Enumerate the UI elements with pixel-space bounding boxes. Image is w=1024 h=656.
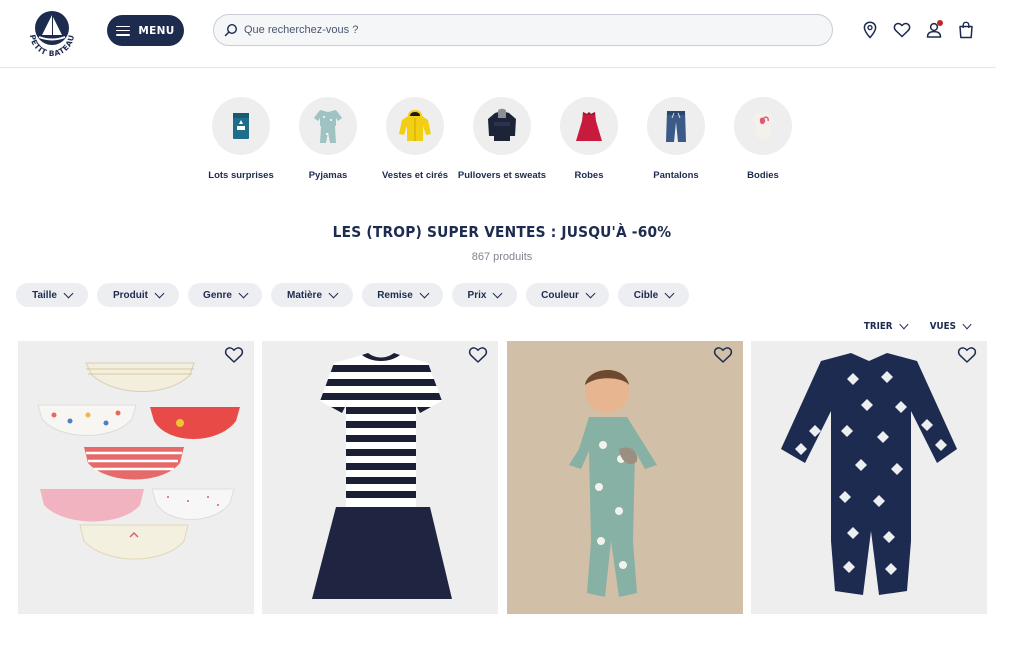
sort-label: TRIER — [863, 321, 893, 332]
notification-dot — [937, 20, 943, 26]
product-count: 867 produits — [471, 251, 533, 263]
filter-label: Taille — [32, 289, 57, 301]
category-pullovers-et-sweats[interactable]: Pullovers et sweats — [457, 97, 547, 182]
chevron-down-icon — [585, 288, 596, 298]
category-image — [212, 97, 270, 155]
views-label: VUES — [929, 321, 956, 332]
category-bodies[interactable]: Bodies — [718, 97, 808, 182]
filter-label: Matière — [286, 289, 322, 301]
category-image — [473, 97, 531, 155]
heart-icon — [893, 22, 911, 38]
chevron-down-icon — [419, 288, 430, 298]
filter-label: Prix — [467, 289, 487, 301]
filter-label: Remise — [377, 289, 413, 301]
filter-remise[interactable]: Remise — [362, 283, 443, 307]
category-image — [386, 97, 444, 155]
filter-label: Produit — [113, 289, 148, 301]
category-image — [647, 97, 705, 155]
category-label: Bodies — [747, 170, 779, 181]
category-label: Pullovers et sweats — [457, 170, 547, 181]
product-card[interactable] — [262, 341, 498, 614]
filter-label: Couleur — [541, 289, 579, 301]
chevron-down-icon — [63, 288, 74, 298]
filter-matiere[interactable]: Matière — [271, 283, 353, 307]
filter-produit[interactable]: Produit — [97, 283, 179, 307]
account-button[interactable] — [924, 20, 944, 40]
product-card[interactable] — [507, 341, 743, 614]
bag-icon — [959, 21, 973, 39]
brand-logo[interactable]: PETIT BATEAU — [22, 4, 82, 64]
chevron-down-icon — [493, 288, 503, 298]
chevron-down-icon — [664, 288, 675, 298]
wishlist-button[interactable] — [892, 20, 912, 40]
store-locator-button[interactable] — [860, 20, 880, 40]
hamburger-icon — [116, 25, 131, 36]
menu-label: MENU — [138, 24, 175, 37]
search-input[interactable] — [244, 24, 804, 36]
category-pyjamas[interactable]: Pyjamas — [283, 97, 373, 182]
heart-icon[interactable] — [224, 345, 244, 365]
category-vestes-et-cires[interactable]: Vestes et cirés — [370, 97, 460, 182]
chevron-down-icon — [962, 319, 972, 330]
heart-icon[interactable] — [957, 345, 977, 365]
filter-label: Genre — [203, 289, 232, 301]
filter-taille[interactable]: Taille — [16, 283, 88, 307]
views-button[interactable]: VUES — [929, 319, 972, 332]
category-label: Pyjamas — [308, 170, 348, 181]
product-card[interactable] — [18, 341, 254, 614]
product-card[interactable] — [751, 341, 987, 614]
category-robes[interactable]: Robes — [544, 97, 634, 182]
category-lots-surprises[interactable]: Lots surprises — [196, 97, 286, 182]
category-image — [734, 97, 792, 155]
search-icon — [224, 23, 238, 37]
chevron-down-icon — [328, 288, 339, 298]
category-pantalons[interactable]: Pantalons — [631, 97, 721, 182]
heart-icon[interactable] — [468, 345, 488, 365]
site-header: PETIT BATEAU MENU — [0, 0, 996, 68]
category-label: Robes — [574, 170, 604, 181]
sort-button[interactable]: TRIER — [863, 319, 909, 332]
filter-cible[interactable]: Cible — [618, 283, 689, 307]
category-label: Vestes et cirés — [381, 170, 449, 181]
chevron-down-icon — [899, 319, 909, 330]
category-image — [299, 97, 357, 155]
filter-couleur[interactable]: Couleur — [526, 283, 609, 307]
filter-prix[interactable]: Prix — [452, 283, 517, 307]
filter-label: Cible — [633, 289, 659, 301]
category-label: Lots surprises — [208, 170, 274, 181]
chevron-down-icon — [238, 288, 249, 298]
category-label: Pantalons — [653, 170, 699, 181]
product-image — [37, 362, 240, 560]
heart-icon[interactable] — [713, 345, 733, 365]
listing-title: LES (TROP) SUPER VENTES : JUSQU'À -60% — [332, 223, 672, 241]
product-image — [312, 353, 452, 599]
menu-button[interactable]: MENU — [107, 15, 184, 46]
chevron-down-icon — [154, 288, 165, 298]
location-icon — [863, 21, 877, 39]
product-image — [569, 369, 657, 597]
search-bar[interactable] — [213, 14, 833, 46]
product-image — [781, 353, 957, 595]
cart-button[interactable] — [956, 20, 976, 40]
category-image — [560, 97, 618, 155]
filter-genre[interactable]: Genre — [188, 283, 262, 307]
